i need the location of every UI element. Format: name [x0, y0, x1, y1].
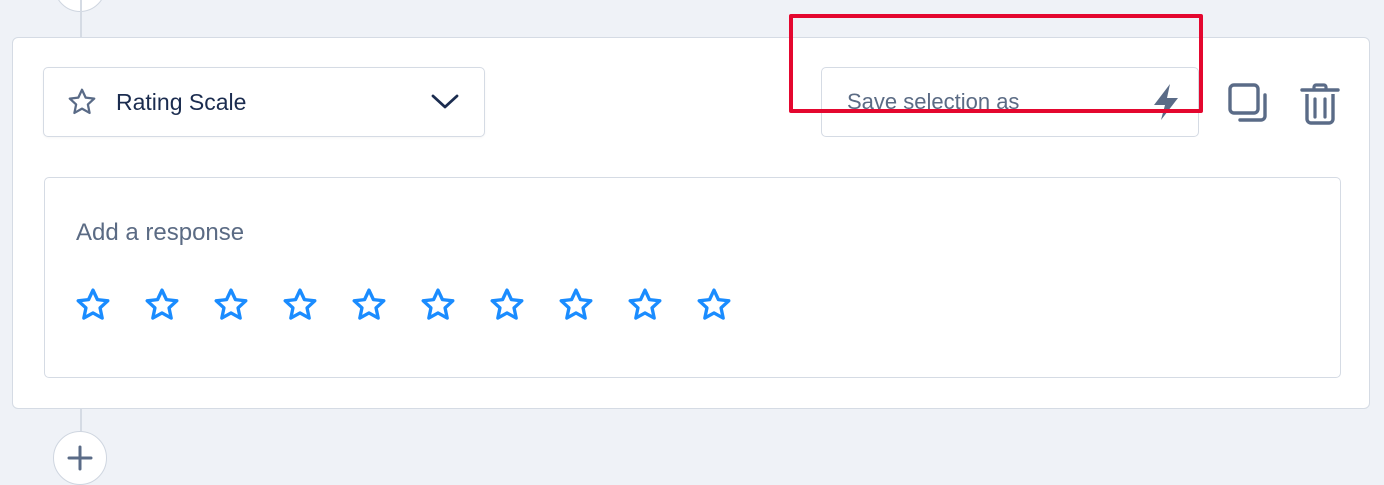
rating-star-icon[interactable] — [74, 286, 112, 324]
rating-star-icon[interactable] — [143, 286, 181, 324]
add-step-button[interactable] — [53, 431, 107, 485]
question-card: Rating Scale Add a response — [12, 37, 1370, 409]
trash-icon — [1300, 83, 1340, 125]
response-preview: Add a response — [44, 177, 1341, 378]
question-type-dropdown[interactable]: Rating Scale — [43, 67, 485, 137]
rating-star-icon[interactable] — [419, 286, 457, 324]
save-selection-field — [821, 67, 1199, 137]
plus-icon — [67, 445, 93, 471]
lightning-bolt-icon[interactable] — [1148, 82, 1184, 122]
connector-line-top — [80, 0, 82, 38]
star-outline-icon — [66, 86, 98, 118]
rating-star-icon[interactable] — [350, 286, 388, 324]
question-type-label: Rating Scale — [116, 88, 247, 115]
rating-star-icon[interactable] — [695, 286, 733, 324]
rating-star-icon[interactable] — [557, 286, 595, 324]
duplicate-button[interactable] — [1227, 82, 1271, 126]
duplicate-icon — [1228, 83, 1267, 122]
rating-stars — [74, 286, 733, 324]
response-label: Add a response — [76, 219, 245, 246]
rating-star-icon[interactable] — [488, 286, 526, 324]
rating-star-icon[interactable] — [212, 286, 250, 324]
rating-star-icon[interactable] — [626, 286, 664, 324]
rating-star-icon[interactable] — [281, 286, 319, 324]
chevron-down-icon — [430, 92, 460, 112]
save-selection-input[interactable] — [845, 88, 1148, 116]
delete-button[interactable] — [1298, 82, 1342, 126]
